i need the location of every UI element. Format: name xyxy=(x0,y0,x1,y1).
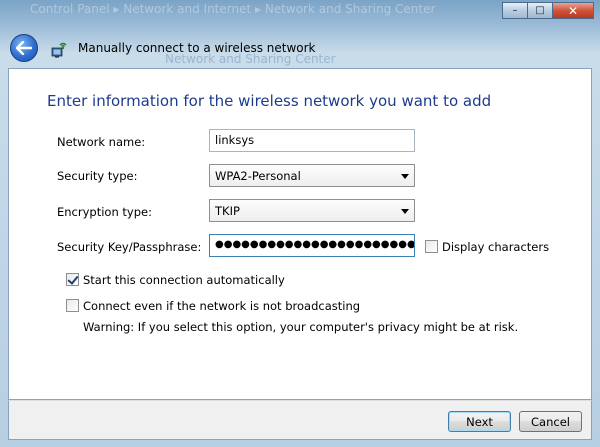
connect-even-label[interactable]: Connect even if the network is not broad… xyxy=(83,299,360,313)
cancel-button[interactable]: Cancel xyxy=(519,411,582,432)
network-name-input[interactable]: linksys xyxy=(209,129,415,152)
start-automatically-label[interactable]: Start this connection automatically xyxy=(83,273,285,287)
security-type-label: Security type: xyxy=(57,169,138,183)
background-window-title: Control Panel ▸ Network and Internet ▸ N… xyxy=(30,2,436,16)
network-name-label: Network name: xyxy=(57,135,146,149)
start-automatically-checkbox[interactable] xyxy=(66,273,79,286)
minimize-icon: – xyxy=(512,5,518,16)
wizard-footer: Next Cancel xyxy=(8,400,592,440)
encryption-type-label: Encryption type: xyxy=(57,205,152,219)
wireless-network-icon xyxy=(51,42,67,58)
display-characters-checkbox[interactable] xyxy=(425,240,438,253)
window-controls: – □ ✕ xyxy=(502,2,594,19)
minimize-button[interactable]: – xyxy=(502,2,528,19)
security-key-label: Security Key/Passphrase: xyxy=(57,240,202,254)
maximize-icon: □ xyxy=(535,5,545,16)
wizard-content: Enter information for the wireless netwo… xyxy=(8,68,592,400)
privacy-warning: Warning: If you select this option, your… xyxy=(83,320,519,334)
encryption-type-select[interactable]: TKIP xyxy=(209,199,415,222)
navigation-bar: Manually connect to a wireless network xyxy=(0,30,600,68)
encryption-type-value: TKIP xyxy=(215,204,240,218)
close-icon: ✕ xyxy=(567,3,579,18)
chevron-down-icon xyxy=(401,174,409,179)
security-type-value: WPA2-Personal xyxy=(215,169,301,183)
window-frame: Control Panel ▸ Network and Internet ▸ N… xyxy=(0,0,600,447)
title-bar[interactable]: Control Panel ▸ Network and Internet ▸ N… xyxy=(0,0,600,30)
close-button[interactable]: ✕ xyxy=(552,2,594,19)
maximize-button[interactable]: □ xyxy=(527,2,553,19)
security-key-input[interactable]: ●●●●●●●●●●●●●●●●●●●●●●●●●●●●●●● xyxy=(209,234,415,257)
display-characters-label[interactable]: Display characters xyxy=(442,240,549,254)
chevron-down-icon xyxy=(401,209,409,214)
wizard-title: Manually connect to a wireless network xyxy=(78,41,316,55)
connect-even-checkbox[interactable] xyxy=(66,299,79,312)
next-button[interactable]: Next xyxy=(448,411,511,432)
page-heading: Enter information for the wireless netwo… xyxy=(47,92,492,110)
security-type-select[interactable]: WPA2-Personal xyxy=(209,164,415,187)
back-button[interactable] xyxy=(10,34,38,62)
back-arrow-icon xyxy=(16,41,32,55)
